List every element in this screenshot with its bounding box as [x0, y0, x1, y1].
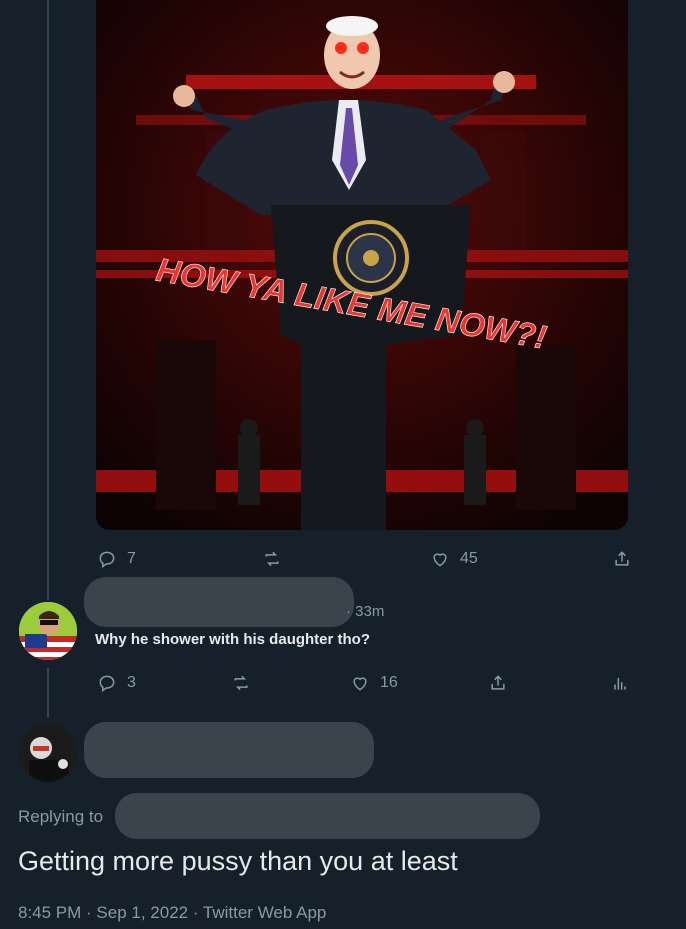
avatar-image	[19, 724, 77, 782]
main-tweet-text: Getting more pussy than you at least	[18, 846, 458, 876]
reply-reply-action[interactable]: 3	[97, 673, 136, 693]
reply-like-count: 16	[380, 674, 398, 691]
reply-text: Why he shower with his daughter tho?	[95, 631, 371, 648]
reply-count: 7	[127, 550, 136, 567]
tweet-meta[interactable]: 8:45 PM · Sep 1, 2022 · Twitter Web App	[18, 903, 326, 923]
reply-timestamp[interactable]: · 33m	[346, 603, 384, 620]
share-icon	[491, 675, 505, 690]
analytics-icon	[614, 678, 626, 690]
reply-like-action[interactable]: 16	[350, 673, 398, 693]
reply-analytics-action[interactable]	[610, 673, 630, 693]
thread-line-bottom	[47, 668, 49, 718]
retweet-action[interactable]	[262, 549, 292, 569]
media-illustration: HOW YA LIKE ME NOW?!	[96, 0, 628, 530]
retweet-icon	[265, 551, 279, 567]
share-icon	[615, 551, 629, 566]
reply-action[interactable]: 7	[97, 549, 136, 569]
reply-author-avatar[interactable]	[19, 602, 77, 660]
reply-reply-count: 3	[127, 674, 136, 691]
like-action[interactable]: 45	[430, 549, 478, 569]
reply-icon	[99, 675, 115, 692]
avatar-image	[19, 602, 77, 660]
reply-retweet-action[interactable]	[231, 673, 261, 693]
thread-line-top	[47, 0, 49, 600]
retweet-icon	[234, 675, 248, 691]
main-author-avatar[interactable]	[19, 724, 77, 782]
share-action[interactable]	[612, 549, 632, 569]
like-count: 45	[460, 550, 478, 567]
redacted-author-name	[84, 577, 354, 627]
redacted-author-name	[84, 722, 374, 778]
like-icon	[353, 677, 367, 691]
tweet-media-image[interactable]: HOW YA LIKE ME NOW?!	[96, 0, 628, 530]
reply-icon	[99, 551, 115, 568]
redacted-replying-to-handles	[115, 793, 540, 839]
reply-share-action[interactable]	[488, 673, 508, 693]
replying-to-label: Replying to	[18, 807, 104, 826]
like-icon	[433, 553, 447, 567]
